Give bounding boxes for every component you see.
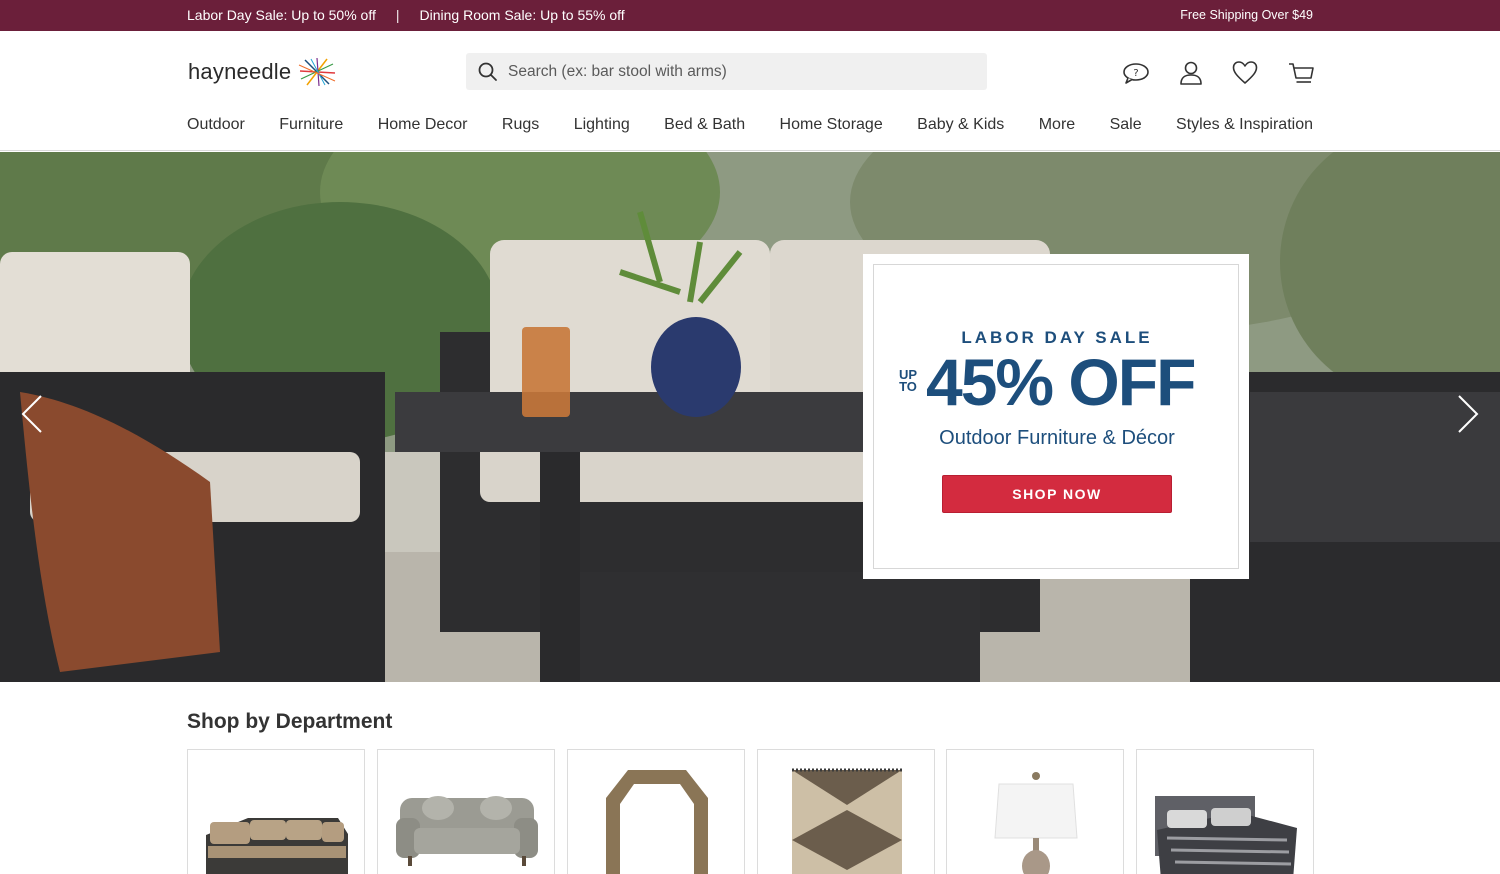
loveseat-image [396,796,538,866]
nav-item-outdoor[interactable]: Outdoor [187,116,245,134]
account-icon[interactable] [1177,59,1205,87]
nav-item-lighting[interactable]: Lighting [574,116,630,134]
area-rug-image [792,768,902,874]
department-tile-loveseat[interactable] [377,749,555,874]
logo-text: hayneedle [188,59,292,84]
nav-item-more[interactable]: More [1039,116,1075,134]
promo-card-frame: LABOR DAY SALE UP TO 45% OFF Outdoor Fur… [873,264,1239,569]
cart-icon[interactable] [1287,59,1315,87]
nav-item-styles-inspiration[interactable]: Styles & Inspiration [1176,116,1313,134]
logo-needle-icon [299,57,336,87]
section-title-shop-by-department: Shop by Department [187,710,393,733]
promo-subtitle: Outdoor Furniture & Décor [939,427,1175,449]
nav-item-rugs[interactable]: Rugs [502,116,539,134]
header-icons: ? [1122,59,1314,87]
site-logo[interactable]: hayneedle [188,57,337,87]
nav-item-furniture[interactable]: Furniture [279,116,343,134]
free-shipping-message[interactable]: Free Shipping Over $49 [1180,8,1313,22]
promo-discount: 45% OFF [926,345,1196,419]
svg-text:?: ? [1133,68,1138,79]
promo-messages: Labor Day Sale: Up to 50% off | Dining R… [187,7,625,23]
search-input[interactable] [508,62,958,81]
nav-item-sale[interactable]: Sale [1110,116,1142,134]
promo-message-labor-day[interactable]: Labor Day Sale: Up to 50% off [187,7,376,23]
promo-to: TO [899,379,917,394]
search-icon[interactable] [477,61,499,83]
promo-message-dining-room[interactable]: Dining Room Sale: Up to 55% off [420,7,625,23]
department-tile-mirror[interactable] [567,749,745,874]
nav-item-home-decor[interactable]: Home Decor [378,116,468,134]
promo-bar: Labor Day Sale: Up to 50% off | Dining R… [0,0,1500,31]
hero-patio-image [0,152,1500,682]
department-tile-rug[interactable] [757,749,935,874]
department-row [187,749,1314,874]
wishlist-heart-icon[interactable] [1231,59,1259,87]
main-nav: Outdoor Furniture Home Decor Rugs Lighti… [187,116,1313,134]
mirror-image [606,770,708,874]
carousel-prev-icon[interactable] [19,392,45,436]
nav-item-bed-bath[interactable]: Bed & Bath [664,116,745,134]
site-header: hayneedle ? [0,31,1500,151]
promo-card: LABOR DAY SALE UP TO 45% OFF Outdoor Fur… [863,254,1249,579]
promo-separator: | [395,7,400,23]
department-tile-lamp[interactable] [946,749,1124,874]
nav-item-baby-kids[interactable]: Baby & Kids [917,116,1004,134]
promo-up-to: UP TO [896,368,920,394]
help-chat-icon[interactable]: ? [1122,59,1150,87]
carousel-next-icon[interactable] [1455,392,1481,436]
department-tile-bedding[interactable] [1136,749,1314,874]
bedding-image [1155,796,1297,874]
department-tile-sectional[interactable] [187,749,365,874]
nav-item-home-storage[interactable]: Home Storage [780,116,883,134]
search-bar [466,53,987,90]
sectional-sofa-image [206,818,348,874]
shop-now-button[interactable]: SHOP NOW [942,475,1172,513]
hero-banner[interactable]: LABOR DAY SALE UP TO 45% OFF Outdoor Fur… [0,152,1500,682]
table-lamp-image [994,772,1078,874]
